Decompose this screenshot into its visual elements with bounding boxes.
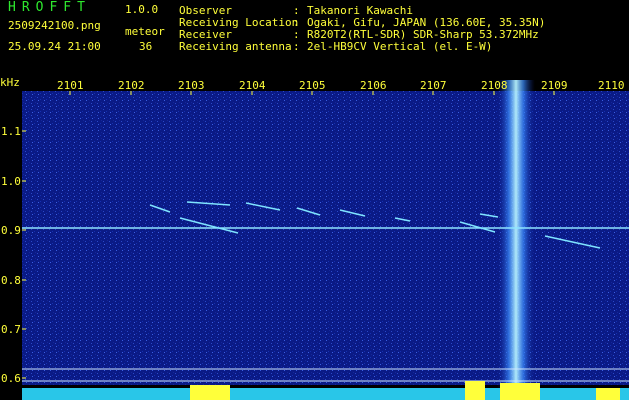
x-tick-label: 2102 (118, 79, 145, 92)
carrier-band (497, 80, 535, 390)
x-tick-label: 2103 (178, 79, 205, 92)
x-tick-label: 2106 (360, 79, 387, 92)
x-tick-label: 2105 (299, 79, 326, 92)
y-tick-label: 1.1 (1, 125, 21, 138)
header: HROFFT 1.0.0 2509242100.png meteor 25.09… (0, 0, 629, 76)
colon-4: : (293, 40, 300, 53)
axis-unit-label: kHz (0, 76, 20, 89)
spectrogram: kHz 2101 2102 2103 2104 2105 2106 2107 2… (0, 76, 629, 400)
meteor-label: meteor (125, 25, 165, 38)
x-tick-label: 2109 (541, 79, 568, 92)
y-tick-label: 0.8 (1, 274, 21, 287)
meteor-count: 36 (139, 40, 153, 53)
x-tick-label: 2107 (420, 79, 447, 92)
spectrum-background (22, 91, 629, 385)
y-tick-label: 1.0 (1, 175, 21, 188)
y-tick-label: 0.9 (1, 224, 21, 237)
app-title: HROFFT (8, 0, 91, 15)
x-tick-label: 2108 (481, 79, 508, 92)
app-version: 1.0.0 (125, 3, 159, 16)
label-antenna: Receiving antenna (179, 40, 292, 53)
y-tick-label: 0.6 (1, 372, 21, 385)
y-tick-label: 0.7 (1, 323, 21, 336)
value-antenna: 2el-HB9CV Vertical (el. E-W) (307, 40, 493, 53)
x-tick-label: 2110 (598, 79, 625, 92)
date-time: 25.09.24 21:00 (8, 40, 101, 53)
file-name: 2509242100.png (8, 19, 101, 32)
x-tick-label: 2104 (239, 79, 266, 92)
x-tick-label: 2101 (57, 79, 84, 92)
